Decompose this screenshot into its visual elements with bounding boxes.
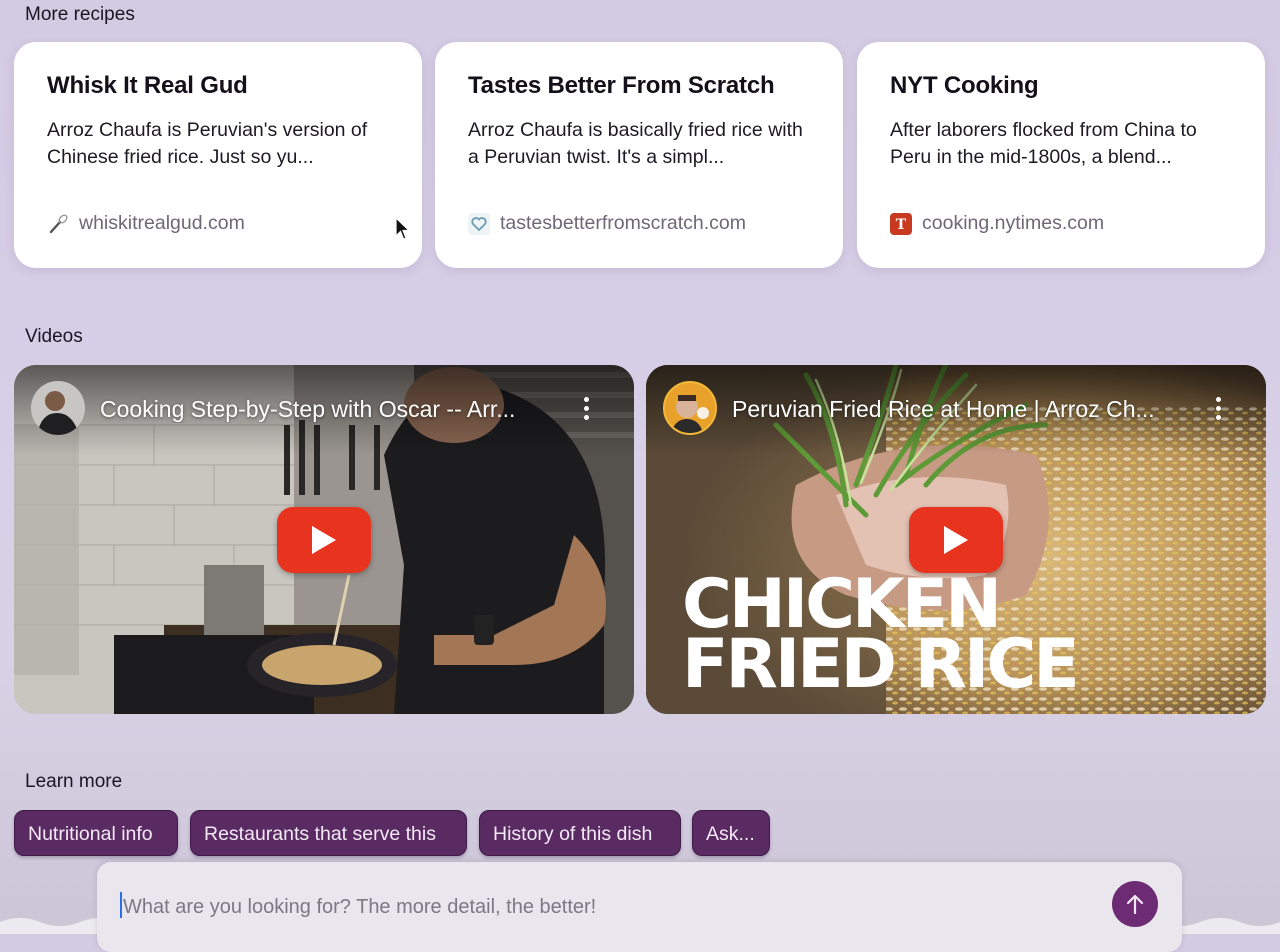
recipe-card-description: After laborers flocked from China to Per… — [890, 119, 1197, 168]
thumbnail-text-line2: FRIED RICE — [682, 625, 1077, 704]
video-title[interactable]: Cooking Step-by-Step with Oscar -- Arr..… — [100, 396, 550, 423]
send-button[interactable] — [1112, 881, 1158, 927]
channel-avatar[interactable] — [31, 381, 85, 435]
recipe-card-nyt-cooking[interactable]: NYT Cooking After laborers flocked from … — [857, 42, 1265, 268]
recipe-card-source[interactable]: T cooking.nytimes.com — [890, 212, 1104, 235]
channel-avatar[interactable] — [663, 381, 717, 435]
learn-more-heading: Learn more — [25, 771, 123, 792]
search-bar — [97, 862, 1182, 952]
chip-restaurants-that-serve-this[interactable]: Restaurants that serve this — [190, 810, 467, 856]
recipe-card-title: Whisk It Real Gud — [47, 72, 248, 99]
recipe-card-tastes-better-from-scratch[interactable]: Tastes Better From Scratch Arroz Chaufa … — [435, 42, 843, 268]
recipe-card-whisk-it-real-gud[interactable]: Whisk It Real Gud Arroz Chaufa is Peruvi… — [14, 42, 422, 268]
chip-ask[interactable]: Ask... — [692, 810, 770, 856]
chip-history-of-this-dish[interactable]: History of this dish — [479, 810, 681, 856]
text-caret — [120, 892, 122, 918]
whisk-icon — [47, 213, 69, 235]
search-input[interactable] — [121, 892, 1085, 922]
more-options-icon[interactable] — [1216, 397, 1222, 423]
heart-icon — [468, 212, 490, 235]
more-recipes-heading: More recipes — [25, 4, 135, 25]
arrow-up-icon — [1126, 894, 1144, 915]
nyt-logo-icon: T — [890, 212, 912, 235]
chip-nutritional-info[interactable]: Nutritional info — [14, 810, 178, 856]
svg-text:T: T — [896, 217, 907, 232]
more-options-icon[interactable] — [584, 397, 590, 423]
video-title[interactable]: Peruvian Fried Rice at Home | Arroz Ch..… — [732, 396, 1182, 423]
recipe-card-source-label: tastesbetterfromscratch.com — [500, 212, 746, 234]
video-card-peruvian-fried-rice[interactable]: CHICKEN FRIED RICE Peruvian Fried Rice a… — [646, 365, 1266, 714]
video-card-cooking-step-by-step[interactable]: Cooking Step-by-Step with Oscar -- Arr..… — [14, 365, 634, 714]
recipe-card-title: NYT Cooking — [890, 72, 1039, 99]
recipe-card-source-label: whiskitrealgud.com — [79, 212, 245, 234]
videos-heading: Videos — [25, 326, 83, 347]
recipe-card-description: Arroz Chaufa is Peruvian's version of Ch… — [47, 119, 368, 168]
recipe-card-source-label: cooking.nytimes.com — [922, 212, 1105, 234]
recipe-card-description: Arroz Chaufa is basically fried rice wit… — [468, 119, 803, 168]
play-button-icon[interactable] — [909, 506, 1003, 573]
recipe-card-source[interactable]: tastesbetterfromscratch.com — [468, 212, 746, 235]
play-button-icon[interactable] — [277, 506, 371, 573]
mouse-cursor-icon — [395, 216, 411, 246]
recipe-card-title: Tastes Better From Scratch — [468, 72, 775, 99]
recipe-card-source[interactable]: whiskitrealgud.com — [47, 212, 245, 235]
